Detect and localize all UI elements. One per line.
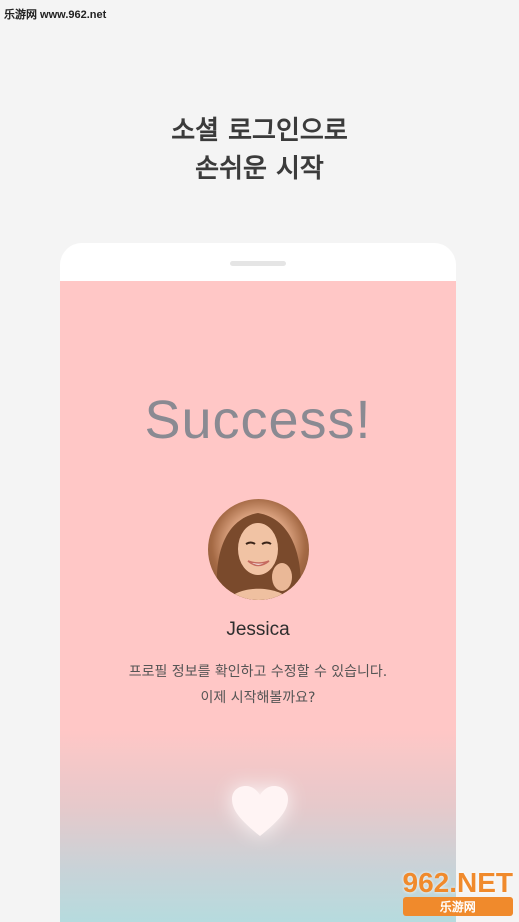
app-screen: Success! Jessica 프로필 정보를 확인하고 수정할 수 있습니다… (60, 281, 456, 922)
description-line1: 프로필 정보를 확인하고 수정할 수 있습니다. (128, 664, 388, 680)
description-line2: 이제 시작해볼까요? (200, 690, 316, 706)
watermark-bottom: 962.NET 乐游网 (402, 867, 514, 916)
watermark-sub: 乐游网 (402, 897, 513, 916)
phone-speaker (230, 261, 286, 266)
phone-frame-top (60, 243, 456, 281)
description: 프로필 정보를 확인하고 수정할 수 있습니다. 이제 시작해볼까요? (60, 659, 456, 711)
heart-icon[interactable] (230, 784, 290, 838)
user-name: Jessica (226, 619, 290, 640)
watermark-top: 乐游网 www.962.net (4, 9, 107, 21)
success-title: Success! (144, 390, 372, 450)
headline-line1: 소셜 로그인으로 (171, 116, 348, 146)
headline-line2: 손쉬운 시작 (195, 154, 324, 184)
avatar-photo (216, 513, 301, 600)
avatar[interactable] (208, 499, 309, 600)
watermark-logo: 962.NET (402, 867, 514, 898)
headline: 소셜 로그인으로 손쉬운 시작 (0, 112, 519, 188)
